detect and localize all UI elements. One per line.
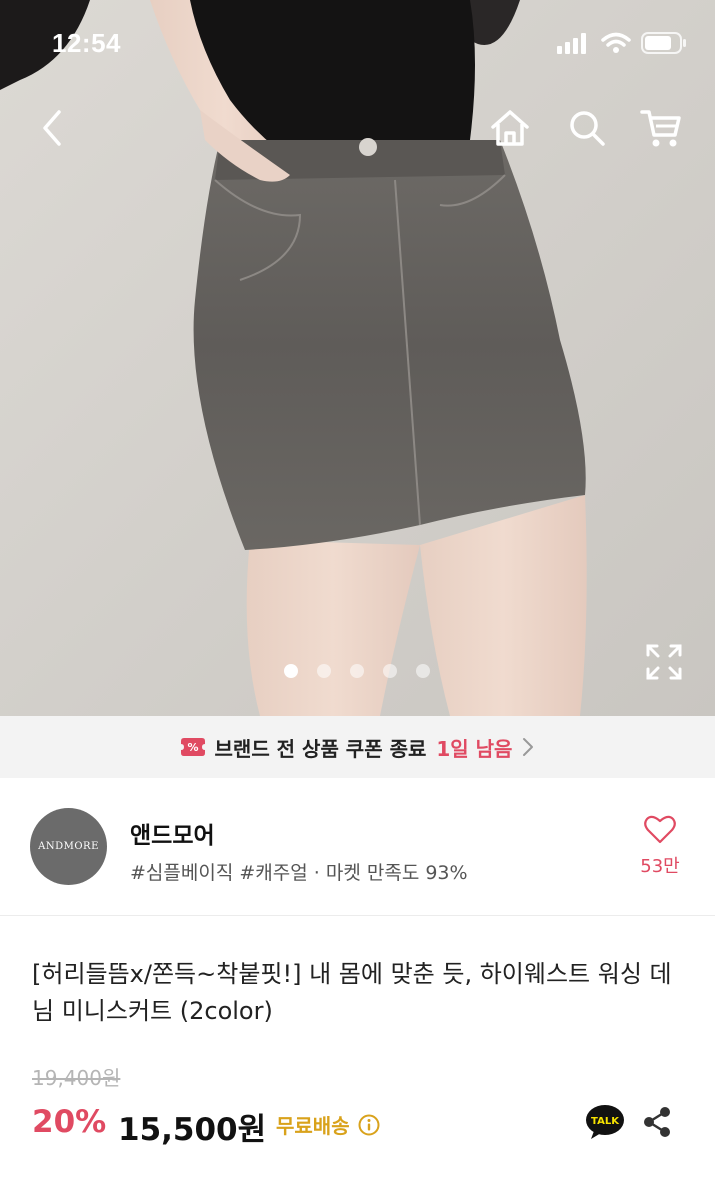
home-button[interactable]	[486, 104, 534, 152]
coupon-icon: %	[180, 738, 205, 756]
wifi-icon	[601, 32, 631, 53]
chevron-left-icon	[43, 110, 61, 146]
search-icon	[570, 111, 605, 146]
expand-icon[interactable]	[644, 642, 684, 682]
share-icon[interactable]	[640, 1105, 674, 1139]
like-count: 53만	[640, 856, 680, 877]
free-shipping[interactable]: 무료배송	[276, 1110, 380, 1139]
cart-icon	[640, 110, 681, 147]
product-title: [허리들뜸x/쫀득~착붙핏!] 내 몸에 맞춘 듯, 하이웨스트 워싱 데님 미…	[32, 960, 672, 1025]
kakao-talk-icon[interactable]: TALK	[585, 1104, 625, 1140]
like-button[interactable]: 53만	[630, 814, 690, 878]
status-icons	[557, 32, 687, 54]
pagination-dot[interactable]	[350, 664, 364, 678]
pagination-dot[interactable]	[416, 664, 430, 678]
pagination-dot[interactable]	[383, 664, 397, 678]
brand-row: ANDMORE 앤드모어 #심플베이직 #캐주얼 · 마켓 만족도 93% 53…	[0, 778, 715, 916]
market-satisfaction: · 마켓 만족도 93%	[313, 862, 468, 884]
original-price: 19,400원	[32, 1066, 121, 1090]
brand-logo-text: ANDMORE	[38, 841, 99, 852]
cart-button[interactable]	[637, 104, 685, 152]
status-bar: 12:54	[0, 0, 715, 90]
sale-price: 15,500원	[118, 1112, 267, 1148]
back-button[interactable]	[28, 104, 76, 152]
home-icon	[491, 110, 529, 146]
heart-icon	[644, 815, 676, 844]
svg-text:%: %	[187, 741, 198, 754]
signal-icon	[557, 33, 586, 54]
image-pagination	[284, 664, 430, 678]
search-button[interactable]	[563, 104, 611, 152]
chevron-right-icon	[523, 738, 534, 756]
battery-icon	[641, 32, 686, 54]
brand-tags: #심플베이직 #캐주얼 · 마켓 만족도 93%	[130, 858, 468, 885]
brand-name[interactable]: 앤드모어	[130, 816, 215, 850]
pagination-dot[interactable]	[317, 664, 331, 678]
discount-rate: 20%	[32, 1104, 107, 1140]
free-shipping-label: 무료배송	[276, 1114, 350, 1138]
coupon-remaining: 1일 남음	[436, 736, 513, 761]
talk-label: TALK	[591, 1116, 620, 1127]
brand-hashtags[interactable]: #심플베이직 #캐주얼	[130, 862, 308, 884]
coupon-banner[interactable]: % 브랜드 전 상품 쿠폰 종료 1일 남음	[0, 716, 715, 778]
status-time: 12:54	[52, 28, 121, 58]
pagination-dot[interactable]	[284, 664, 298, 678]
coupon-text: 브랜드 전 상품 쿠폰 종료	[214, 736, 427, 761]
brand-logo[interactable]: ANDMORE	[30, 808, 107, 885]
info-icon	[358, 1114, 380, 1135]
